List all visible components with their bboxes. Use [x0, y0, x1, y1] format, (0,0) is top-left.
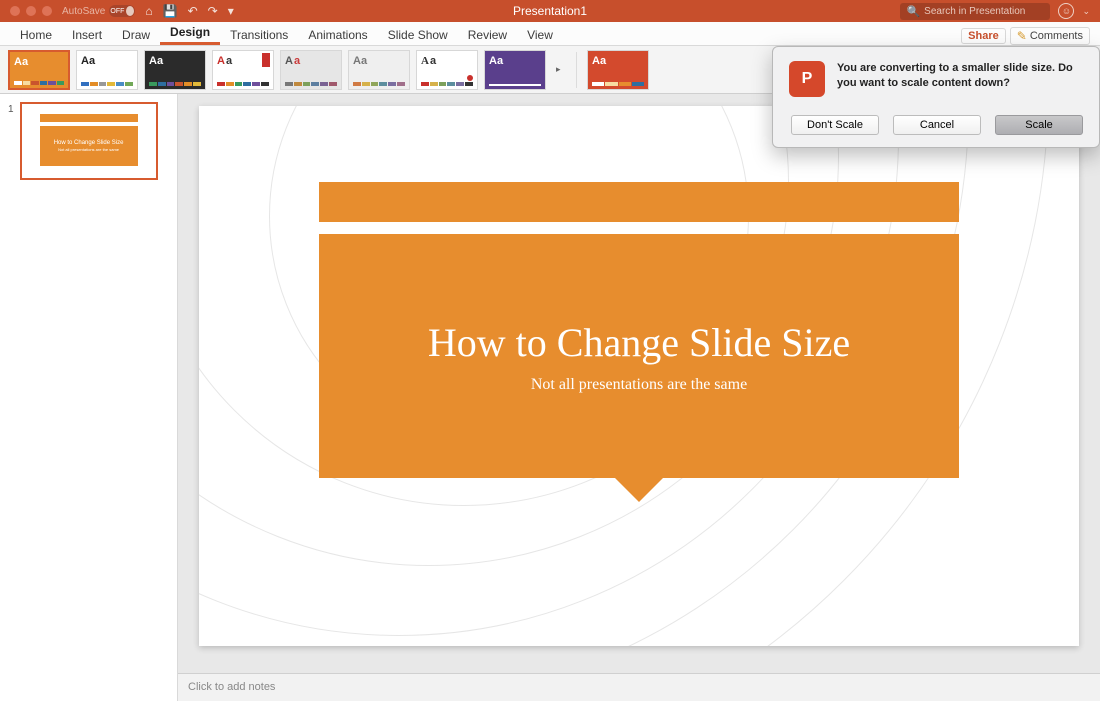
tab-review[interactable]: Review — [458, 25, 517, 45]
tab-home[interactable]: Home — [10, 25, 62, 45]
theme-thumbnail[interactable]: Aa — [280, 50, 342, 90]
chevron-down-icon[interactable]: ⌄ — [1082, 6, 1090, 17]
theme-thumbnail[interactable]: Aa — [212, 50, 274, 90]
thumb-title: How to Change Slide Size — [54, 140, 124, 146]
cancel-button[interactable]: Cancel — [893, 115, 981, 135]
slide-title[interactable]: How to Change Slide Size — [428, 319, 850, 366]
triangle-icon — [84, 161, 94, 171]
powerpoint-icon: P — [789, 61, 825, 97]
title-bar: AutoSave OFF ⌂ 💾 ↶ ↷ ▾ Presentation1 🔍 ☺… — [0, 0, 1100, 22]
slide-title-box[interactable]: How to Change Slide Size Not all present… — [319, 234, 959, 478]
theme-thumbnail[interactable]: Aa — [416, 50, 478, 90]
search-icon: 🔍 — [906, 5, 920, 18]
document-title: Presentation1 — [513, 4, 587, 18]
search-box[interactable]: 🔍 — [900, 3, 1050, 20]
dont-scale-button[interactable]: Don't Scale — [791, 115, 879, 135]
themes-gallery: Aa Aa Aa Aa Aa Aa Aa Aa — [8, 50, 566, 90]
thumb-mainbox: How to Change Slide Size Not all present… — [40, 126, 138, 166]
close-window-icon[interactable] — [10, 6, 20, 16]
editor-area: How to Change Slide Size Not all present… — [178, 94, 1100, 701]
tab-slide-show[interactable]: Slide Show — [378, 25, 458, 45]
comment-icon: ✎ — [1017, 29, 1027, 43]
scale-dialog: P You are converting to a smaller slide … — [772, 46, 1100, 148]
home-icon[interactable]: ⌂ — [145, 4, 152, 18]
comments-button[interactable]: ✎Comments — [1010, 27, 1090, 45]
scale-button[interactable]: Scale — [995, 115, 1083, 135]
tab-transitions[interactable]: Transitions — [220, 25, 298, 45]
theme-thumbnail[interactable]: Aa — [8, 50, 70, 90]
slide-canvas[interactable]: How to Change Slide Size Not all present… — [199, 106, 1079, 646]
customize-qat-icon[interactable]: ▾ — [228, 4, 234, 18]
slide-top-strip — [319, 182, 959, 222]
callout-triangle-icon — [615, 478, 663, 526]
variant-thumbnail[interactable]: Aa — [587, 50, 649, 90]
workspace: 1 How to Change Slide Size Not all prese… — [0, 94, 1100, 701]
slide-subtitle[interactable]: Not all presentations are the same — [531, 376, 747, 394]
ribbon-tabs: Home Insert Draw Design Transitions Anim… — [0, 22, 1100, 46]
tab-animations[interactable]: Animations — [298, 25, 377, 45]
quick-access-toolbar: ⌂ 💾 ↶ ↷ ▾ — [145, 4, 233, 18]
tab-view[interactable]: View — [517, 25, 563, 45]
tab-draw[interactable]: Draw — [112, 25, 160, 45]
slide-thumbnail-panel[interactable]: 1 How to Change Slide Size Not all prese… — [0, 94, 178, 701]
comments-label: Comments — [1030, 30, 1083, 42]
theme-thumbnail[interactable]: Aa — [348, 50, 410, 90]
thumb-strip — [40, 114, 138, 122]
tab-design[interactable]: Design — [160, 22, 220, 45]
maximize-window-icon[interactable] — [42, 6, 52, 16]
theme-thumbnail[interactable]: Aa — [144, 50, 206, 90]
autosave-state: OFF — [110, 8, 124, 15]
dialog-message: You are converting to a smaller slide si… — [837, 61, 1083, 97]
redo-icon[interactable]: ↷ — [208, 4, 218, 18]
undo-icon[interactable]: ↶ — [188, 4, 198, 18]
save-icon[interactable]: 💾 — [163, 4, 178, 18]
notes-pane[interactable]: Click to add notes — [178, 673, 1100, 701]
separator — [576, 52, 577, 88]
theme-thumbnail[interactable]: Aa — [76, 50, 138, 90]
search-input[interactable] — [924, 6, 1044, 17]
thumb-subtitle: Not all presentations are the same — [58, 147, 119, 152]
autosave-label: AutoSave — [62, 6, 105, 17]
share-button[interactable]: Share — [961, 28, 1006, 44]
autosave-toggle[interactable]: AutoSave OFF — [62, 5, 135, 17]
tab-insert[interactable]: Insert — [62, 25, 112, 45]
minimize-window-icon[interactable] — [26, 6, 36, 16]
slide-number: 1 — [8, 102, 14, 180]
slide-thumbnail[interactable]: How to Change Slide Size Not all present… — [20, 102, 158, 180]
themes-more-icon[interactable]: ▸ — [552, 64, 566, 75]
thumbnail-row: 1 How to Change Slide Size Not all prese… — [8, 102, 169, 180]
canvas-area[interactable]: How to Change Slide Size Not all present… — [178, 94, 1100, 673]
account-icon[interactable]: ☺ — [1058, 3, 1074, 19]
theme-thumbnail[interactable]: Aa — [484, 50, 546, 90]
window-controls — [0, 6, 62, 16]
variants-gallery: Aa — [587, 50, 649, 90]
